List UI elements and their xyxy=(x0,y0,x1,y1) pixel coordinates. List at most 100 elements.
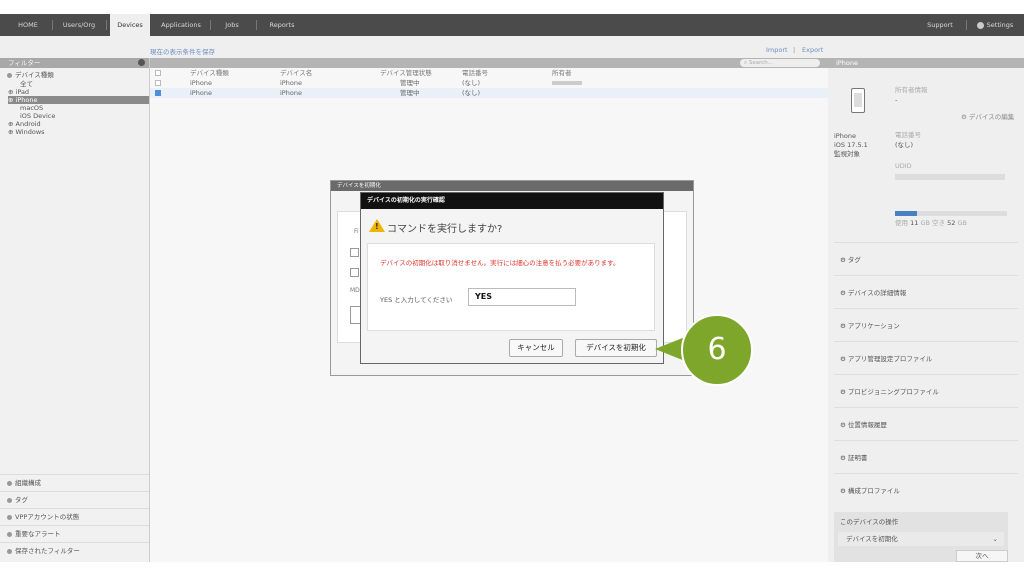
close-icon[interactable] xyxy=(138,59,145,66)
udid-redacted xyxy=(895,174,1005,180)
row-checkbox[interactable] xyxy=(155,90,161,96)
sidebar-section-label: 重要なアラート xyxy=(15,530,61,538)
wipe-warning-text: デバイスの初期化は取り消せません。実行には細心の注意を払う必要があります。 xyxy=(380,259,620,267)
expand-icon[interactable]: ⊕ xyxy=(8,88,16,96)
tree-item-label: 全て xyxy=(20,80,33,88)
confirm-question: コマンドを実行しますか? xyxy=(387,224,503,235)
detail-section[interactable]: ⚙ アプリケーション xyxy=(840,320,900,330)
select-all-checkbox[interactable] xyxy=(155,70,161,76)
outer-checkbox[interactable] xyxy=(350,268,359,277)
device-type-title: デバイス種類 xyxy=(15,71,54,79)
device-operations: このデバイスの操作 デバイスを初期化 ⌄ 次へ xyxy=(834,512,1008,562)
supervised-label: 監視対象 xyxy=(834,150,860,158)
nav-separator xyxy=(966,20,967,30)
owner-label: 所有者情報 xyxy=(895,86,928,94)
sidebar-section[interactable]: VPPアカウントの状態 xyxy=(0,508,149,525)
detail-section[interactable]: ⚙ 位置情報履歴 xyxy=(840,419,887,429)
storage-free-label: 空き xyxy=(932,219,946,227)
yes-input[interactable]: YES xyxy=(468,288,576,306)
section-divider xyxy=(834,407,1018,408)
outer-checkbox[interactable] xyxy=(350,248,359,257)
col-owner[interactable]: 所有者 xyxy=(552,68,572,78)
gear-icon xyxy=(7,531,12,537)
gear-icon xyxy=(976,21,984,29)
gear-icon xyxy=(7,480,12,486)
nav-support[interactable]: Support xyxy=(920,14,960,36)
tree-item[interactable]: 全て xyxy=(8,80,149,88)
next-button[interactable]: 次へ xyxy=(956,550,1008,562)
col-device-name[interactable]: デバイス名 xyxy=(280,68,312,78)
step-number: 6 xyxy=(707,332,727,367)
nav-applications[interactable]: Applications xyxy=(156,14,206,36)
top-nav: HOME Users/Org Devices Applications Jobs… xyxy=(0,14,1024,36)
filter-header: フィルター xyxy=(0,58,149,68)
detail-section[interactable]: ⚙ アプリ管理設定プロファイル xyxy=(840,353,932,363)
cell-status: 管理中 xyxy=(400,89,420,97)
owner-value: - xyxy=(895,96,898,104)
export-link[interactable]: Export xyxy=(802,46,823,54)
search-input[interactable]: ⌕ Search... xyxy=(740,59,820,67)
confirm-dialog-title: デバイスの初期化の実行確認 xyxy=(361,193,663,209)
nav-users-org[interactable]: Users/Org xyxy=(56,14,102,36)
ops-title: このデバイスの操作 xyxy=(840,518,899,526)
expand-icon[interactable]: ⊕ xyxy=(8,120,16,128)
nav-settings[interactable]: Settings xyxy=(972,14,1018,36)
detail-section[interactable]: ⚙ プロビジョニングプロファイル xyxy=(840,386,939,396)
nav-devices[interactable]: Devices xyxy=(110,14,150,36)
detail-section[interactable]: ⚙ タグ xyxy=(840,254,861,264)
import-link[interactable]: Import xyxy=(766,46,788,54)
row-checkbox[interactable] xyxy=(155,80,161,86)
storage-fill xyxy=(895,211,918,216)
detail-section-label: アプリ管理設定プロファイル xyxy=(847,355,933,363)
detail-title: iPhone xyxy=(828,58,1024,68)
detail-section-label: アプリケーション xyxy=(847,322,900,330)
table-row[interactable]: iPhone iPhone 管理中 (なし) xyxy=(150,78,828,88)
sidebar-section-label: VPPアカウントの状態 xyxy=(15,513,80,521)
section-divider xyxy=(834,473,1018,474)
nav-reports[interactable]: Reports xyxy=(262,14,302,36)
detail-section[interactable]: ⚙ 構成プロファイル xyxy=(840,485,900,495)
section-divider xyxy=(834,275,1018,276)
sidebar-section[interactable]: 重要なアラート xyxy=(0,525,149,542)
gear-icon xyxy=(7,497,12,503)
col-phone[interactable]: 電話番号 xyxy=(462,68,488,78)
gear-icon: ⚙ xyxy=(840,289,848,297)
tree-item[interactable]: iOS Device xyxy=(8,112,149,120)
tree-item[interactable]: ⊕ Windows xyxy=(8,128,149,136)
col-management-status[interactable]: デバイス管理状態 xyxy=(380,68,432,78)
detail-section[interactable]: ⚙ デバイスの詳細情報 xyxy=(840,287,906,297)
wipe-device-button[interactable]: デバイスを初期化 xyxy=(575,339,657,357)
ops-select[interactable]: デバイスを初期化 ⌄ xyxy=(838,532,1004,546)
sub-header: 現在の表示条件を保存 Import | Export xyxy=(0,36,1024,58)
detail-section-label: 構成プロファイル xyxy=(847,487,900,495)
nav-home[interactable]: HOME xyxy=(8,14,48,36)
warning-mark: ! xyxy=(375,222,379,231)
gear-icon: ⚙ xyxy=(961,113,969,121)
table-row[interactable]: iPhone iPhone 管理中 (なし) xyxy=(150,88,828,98)
sidebar-section[interactable]: 組織構成 xyxy=(0,474,149,491)
edit-device-link[interactable]: ⚙ デバイスの編集 xyxy=(961,113,1014,122)
expand-icon[interactable]: ⊕ xyxy=(8,128,16,136)
detail-section-label: 位置情報履歴 xyxy=(847,421,887,429)
sidebar-section[interactable]: タグ xyxy=(0,491,149,508)
tree-item[interactable]: ⊕ Android xyxy=(8,120,149,128)
sidebar-section[interactable]: 保存されたフィルター xyxy=(0,542,149,559)
cancel-button[interactable]: キャンセル xyxy=(509,339,563,357)
tree-item[interactable]: ⊕ iPhone xyxy=(8,96,149,104)
gear-icon: ⚙ xyxy=(840,256,848,264)
detail-section[interactable]: ⚙ 証明書 xyxy=(840,452,867,462)
outer-fragment: MD xyxy=(350,287,360,294)
tree-item[interactable]: macOS xyxy=(8,104,149,112)
nav-jobs[interactable]: Jobs xyxy=(214,14,250,36)
nav-settings-label: Settings xyxy=(986,21,1014,29)
cell-type: iPhone xyxy=(190,89,212,97)
col-device-type[interactable]: デバイス種類 xyxy=(190,68,229,78)
device-type-section[interactable]: デバイス種類 xyxy=(0,70,149,80)
tree-item[interactable]: ⊕ iPad xyxy=(8,88,149,96)
nav-separator xyxy=(52,20,53,30)
save-filter-link[interactable]: 現在の表示条件を保存 xyxy=(150,46,215,56)
gear-icon xyxy=(7,72,12,78)
cell-name: iPhone xyxy=(280,89,302,97)
expand-icon[interactable]: ⊕ xyxy=(8,96,16,104)
section-divider xyxy=(834,440,1018,441)
